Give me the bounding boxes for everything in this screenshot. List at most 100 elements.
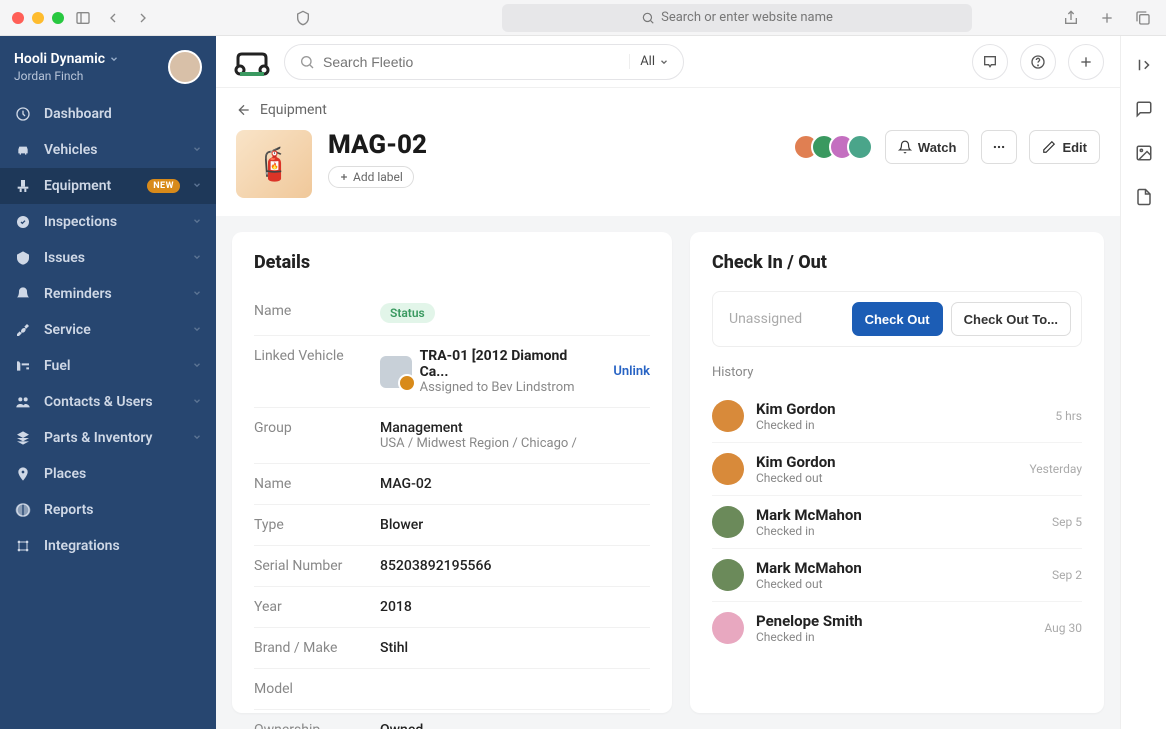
history-name: Penelope Smith xyxy=(756,612,1032,630)
privacy-icon[interactable] xyxy=(292,7,314,29)
tabs-icon[interactable] xyxy=(1132,7,1154,29)
help-button[interactable] xyxy=(1020,44,1056,80)
inbox-button[interactable] xyxy=(972,44,1008,80)
close-window-icon[interactable] xyxy=(12,12,24,24)
history-avatar xyxy=(712,612,744,644)
history-action: Checked in xyxy=(756,524,1040,538)
field-year: Year 2018 xyxy=(254,587,650,628)
app-logo[interactable] xyxy=(232,44,272,80)
sidebar-item-places[interactable]: Places xyxy=(0,456,216,492)
search-input[interactable] xyxy=(323,54,621,70)
more-button[interactable] xyxy=(981,130,1017,164)
linked-vehicle-name[interactable]: TRA-01 [2012 Diamond Ca... xyxy=(420,348,598,380)
sidebar: Hooli Dynamic Jordan Finch Dashboard Veh… xyxy=(0,36,216,729)
chevron-down-icon xyxy=(192,178,202,194)
sidebar-item-integrations[interactable]: Integrations xyxy=(0,528,216,564)
details-card: Details Name Status Linked Vehicle TRA-0… xyxy=(232,232,672,713)
history-name: Mark McMahon xyxy=(756,506,1040,524)
history-action: Checked out xyxy=(756,577,1040,591)
sidebar-icon xyxy=(14,430,32,446)
sidebar-icon xyxy=(14,322,32,338)
history-name: Kim Gordon xyxy=(756,453,1017,471)
fullscreen-window-icon[interactable] xyxy=(52,12,64,24)
history-name: Mark McMahon xyxy=(756,559,1040,577)
sidebar-icon xyxy=(14,502,32,518)
sidebar-icon xyxy=(14,466,32,482)
sidebar-item-fuel[interactable]: Fuel xyxy=(0,348,216,384)
chevron-down-icon xyxy=(192,250,202,266)
field-brand: Brand / Make Stihl xyxy=(254,628,650,669)
watchers-avatars[interactable] xyxy=(793,134,873,160)
history-row[interactable]: Mark McMahon Checked out Sep 2 xyxy=(712,549,1082,602)
add-button[interactable] xyxy=(1068,44,1104,80)
user-avatar[interactable] xyxy=(168,50,202,84)
sidebar-item-label: Reports xyxy=(44,502,202,518)
chevron-down-icon xyxy=(192,142,202,158)
sidebar-icon xyxy=(14,394,32,410)
sidebar-item-contacts-users[interactable]: Contacts & Users xyxy=(0,384,216,420)
page-title: MAG-02 xyxy=(328,130,777,160)
sidebar-item-equipment[interactable]: Equipment NEW xyxy=(0,168,216,204)
field-status: Name Status xyxy=(254,291,650,336)
sidebar-icon xyxy=(14,178,32,194)
checkin-control: Unassigned Check Out Check Out To... xyxy=(712,291,1082,347)
minimize-window-icon[interactable] xyxy=(32,12,44,24)
photos-icon[interactable] xyxy=(1135,144,1153,166)
app-search[interactable]: All xyxy=(284,44,684,80)
sidebar-item-service[interactable]: Service xyxy=(0,312,216,348)
history-row[interactable]: Penelope Smith Checked in Aug 30 xyxy=(712,602,1082,654)
documents-icon[interactable] xyxy=(1135,188,1153,210)
watch-button[interactable]: Watch xyxy=(885,130,970,164)
add-label-button[interactable]: Add label xyxy=(328,166,414,188)
edit-button[interactable]: Edit xyxy=(1029,130,1100,164)
chevron-down-icon xyxy=(192,286,202,302)
sidebar-icon xyxy=(14,286,32,302)
history-row[interactable]: Kim Gordon Checked in 5 hrs xyxy=(712,390,1082,443)
sidebar-item-label: Integrations xyxy=(44,538,202,554)
sidebar-item-reports[interactable]: Reports xyxy=(0,492,216,528)
history-row[interactable]: Mark McMahon Checked in Sep 5 xyxy=(712,496,1082,549)
sidebar-item-inspections[interactable]: Inspections xyxy=(0,204,216,240)
status-badge: Status xyxy=(380,303,435,323)
sidebar-item-vehicles[interactable]: Vehicles xyxy=(0,132,216,168)
sidebar-item-label: Dashboard xyxy=(44,106,202,122)
equipment-image: 🧯 xyxy=(236,130,312,198)
breadcrumb[interactable]: Equipment xyxy=(216,88,1120,124)
unlink-button[interactable]: Unlink xyxy=(613,364,650,379)
pencil-icon xyxy=(1042,140,1056,154)
checkout-to-button[interactable]: Check Out To... xyxy=(951,302,1071,336)
sidebar-item-label: Vehicles xyxy=(44,142,180,158)
share-icon[interactable] xyxy=(1060,7,1082,29)
sidebar-item-parts-inventory[interactable]: Parts & Inventory xyxy=(0,420,216,456)
back-icon[interactable] xyxy=(102,7,124,29)
chevron-down-icon xyxy=(192,322,202,338)
assignment-status: Unassigned xyxy=(723,311,844,327)
sidebar-item-label: Places xyxy=(44,466,202,482)
search-filter[interactable]: All xyxy=(629,54,669,69)
sidebar-icon xyxy=(14,358,32,374)
forward-icon[interactable] xyxy=(132,7,154,29)
field-serial: Serial Number 85203892195566 xyxy=(254,546,650,587)
window-controls xyxy=(12,12,64,24)
sidebar-item-label: Reminders xyxy=(44,286,180,302)
checkin-card: Check In / Out Unassigned Check Out Chec… xyxy=(690,232,1104,713)
sidebar-item-issues[interactable]: Issues xyxy=(0,240,216,276)
sidebar-item-label: Contacts & Users xyxy=(44,394,180,410)
history-row[interactable]: Kim Gordon Checked out Yesterday xyxy=(712,443,1082,496)
sidebar-item-reminders[interactable]: Reminders xyxy=(0,276,216,312)
history-avatar xyxy=(712,559,744,591)
field-linked-vehicle: Linked Vehicle TRA-01 [2012 Diamond Ca..… xyxy=(254,336,650,408)
sidebar-item-dashboard[interactable]: Dashboard xyxy=(0,96,216,132)
bell-icon xyxy=(898,140,912,154)
new-tab-icon[interactable] xyxy=(1096,7,1118,29)
sidebar-icon xyxy=(14,214,32,230)
org-name: Hooli Dynamic xyxy=(14,51,105,67)
checkout-button[interactable]: Check Out xyxy=(852,302,943,336)
back-arrow-icon xyxy=(236,102,252,118)
expand-rail-icon[interactable] xyxy=(1135,56,1153,78)
comments-icon[interactable] xyxy=(1135,100,1153,122)
sidebar-header[interactable]: Hooli Dynamic Jordan Finch xyxy=(0,36,216,96)
history-action: Checked in xyxy=(756,630,1032,644)
sidebar-toggle-icon[interactable] xyxy=(72,7,94,29)
browser-omnibox[interactable]: Search or enter website name xyxy=(502,4,972,32)
